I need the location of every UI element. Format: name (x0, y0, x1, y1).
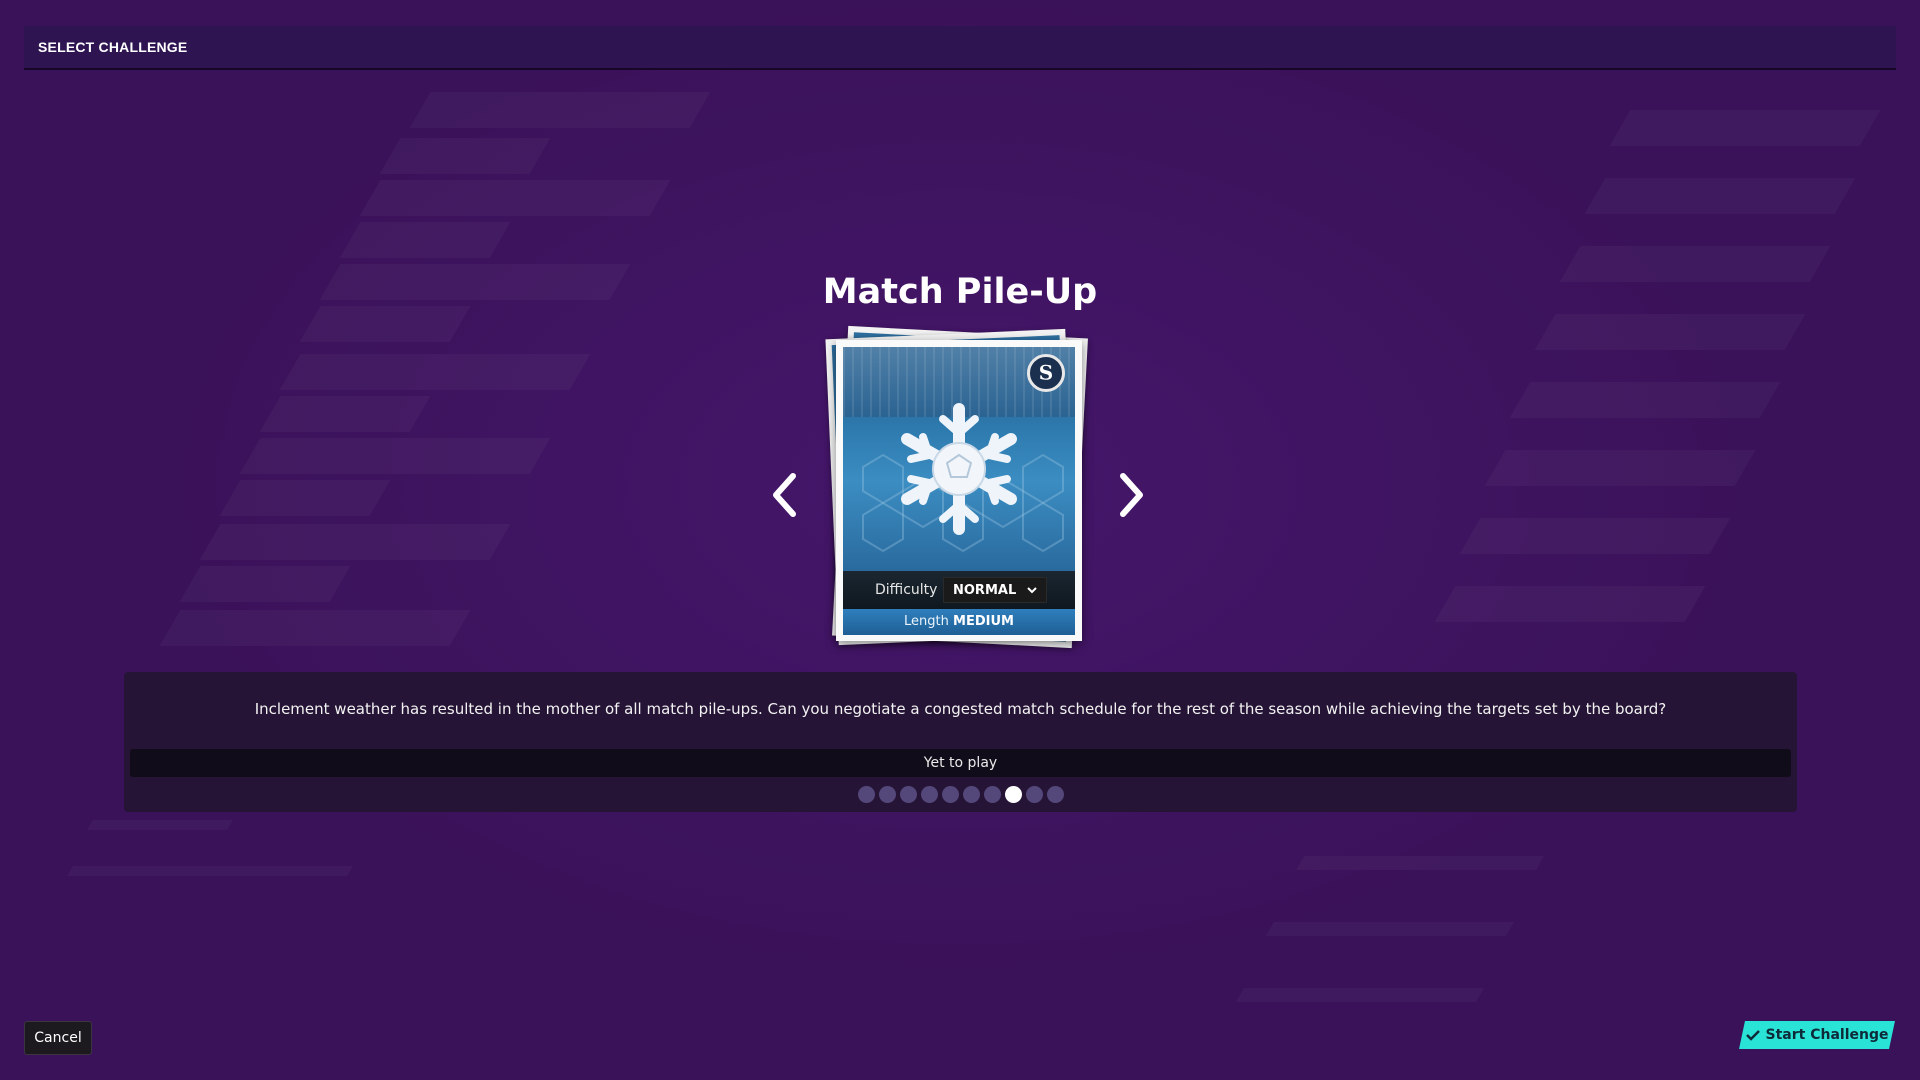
pager-dot[interactable] (983, 786, 1001, 803)
previous-challenge-button[interactable] (766, 470, 806, 520)
pager-dot[interactable] (1004, 786, 1022, 803)
club-crest-icon: S (1027, 354, 1065, 392)
pager-dot[interactable] (962, 786, 980, 803)
pager-dot[interactable] (878, 786, 896, 803)
difficulty-value: NORMAL (953, 583, 1017, 598)
length-value: MEDIUM (953, 614, 1014, 629)
pager-dot[interactable] (920, 786, 938, 803)
start-challenge-label: Start Challenge (1765, 1027, 1889, 1043)
chevron-right-icon (1120, 473, 1143, 517)
pager-dot[interactable] (1046, 786, 1064, 803)
length-row: Length MEDIUM (843, 609, 1075, 635)
difficulty-row: Difficulty NORMAL (843, 571, 1075, 609)
challenge-status: Yet to play (923, 755, 998, 771)
pager-dot[interactable] (1025, 786, 1043, 803)
difficulty-label: Difficulty (875, 582, 938, 598)
header-title: SELECT CHALLENGE (38, 39, 188, 55)
difficulty-dropdown[interactable]: NORMAL (943, 577, 1047, 603)
challenge-card-art: S (843, 347, 1075, 571)
challenge-pager (124, 786, 1797, 803)
status-bar: Yet to play (130, 749, 1791, 777)
challenge-card: S Difficulty NORMAL Length MEDIUM (836, 340, 1082, 641)
challenge-title: Match Pile-Up (822, 272, 1098, 312)
chevron-down-icon (1027, 587, 1037, 594)
next-challenge-button[interactable] (1110, 470, 1150, 520)
challenge-description: Inclement weather has resulted in the mo… (254, 700, 1667, 718)
checkmark-icon (1745, 1030, 1760, 1041)
header-bar: SELECT CHALLENGE (24, 26, 1896, 70)
start-challenge-button[interactable]: Start Challenge (1739, 1021, 1895, 1049)
pager-dot[interactable] (857, 786, 875, 803)
pager-dot[interactable] (941, 786, 959, 803)
length-label: Length (904, 614, 949, 629)
chevron-left-icon (773, 473, 796, 517)
pager-dot[interactable] (899, 786, 917, 803)
cancel-button[interactable]: Cancel (24, 1021, 92, 1055)
challenge-card-stack: S Difficulty NORMAL Length MEDIUM (818, 325, 1098, 658)
challenge-description-panel: Inclement weather has resulted in the mo… (124, 672, 1797, 812)
